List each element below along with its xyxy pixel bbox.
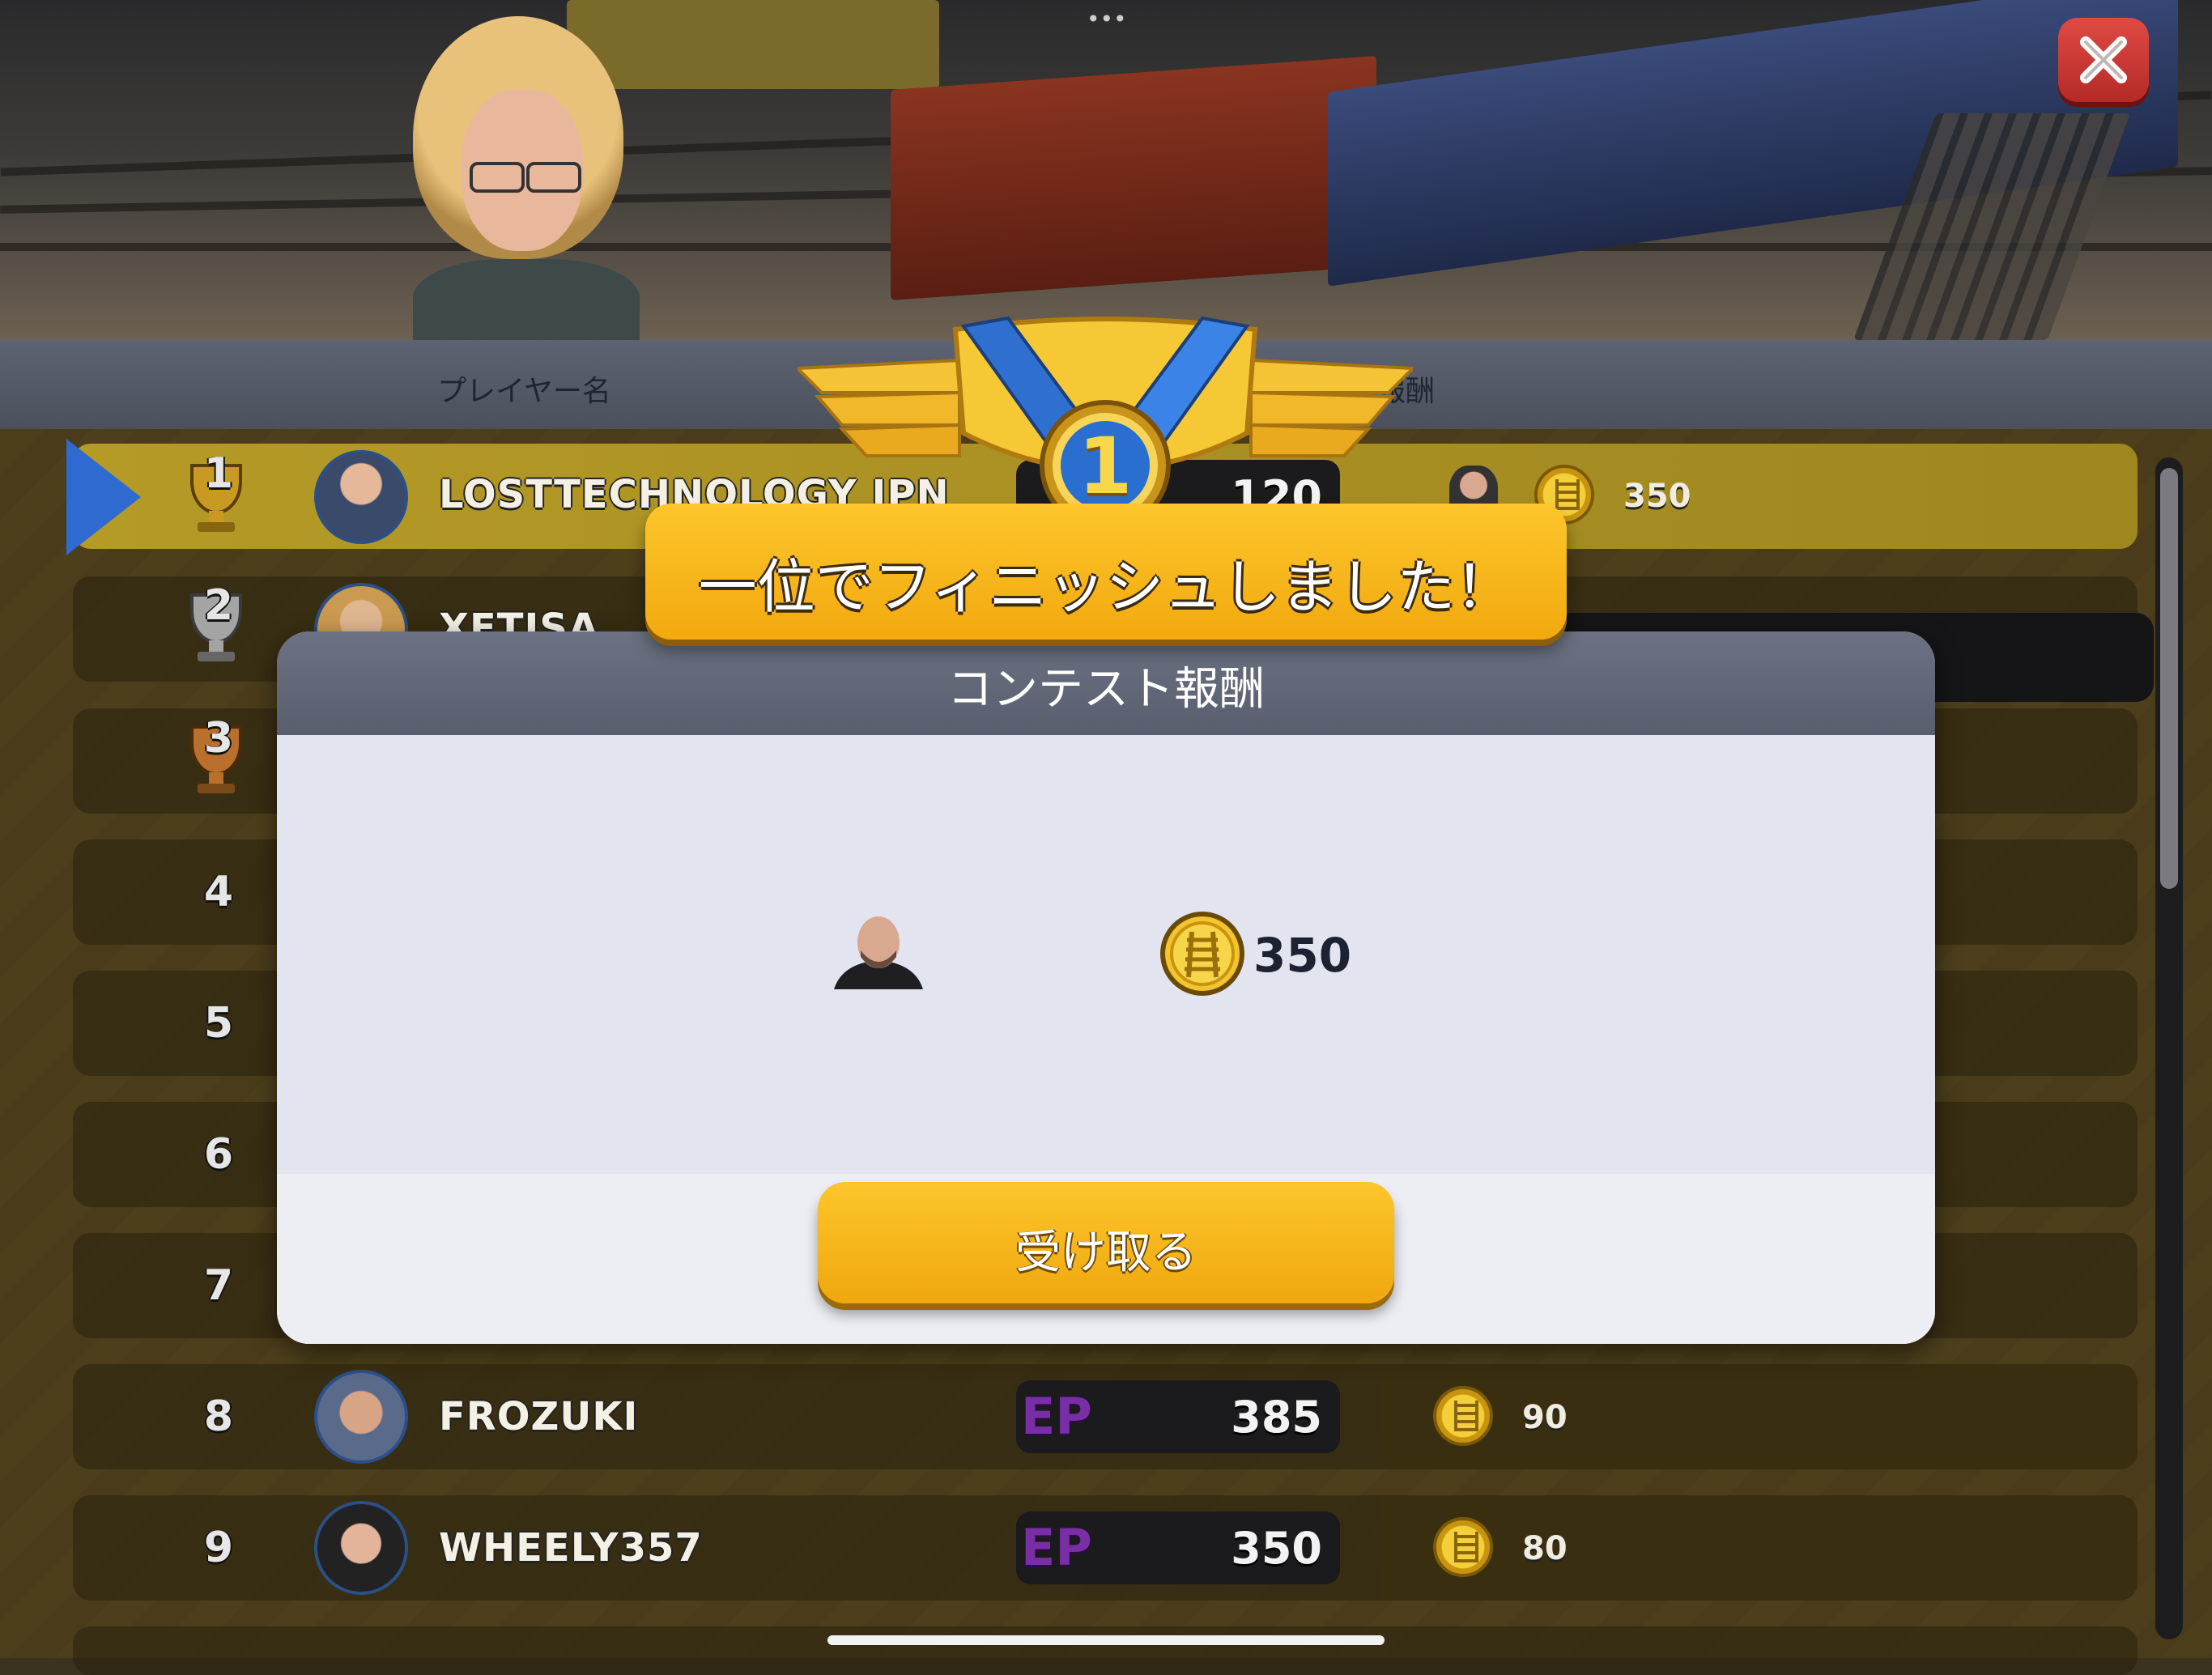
ep-score-box: EP 385	[1016, 1380, 1340, 1453]
reward-cell	[1380, 1495, 2138, 1601]
rank-number: 6	[203, 1130, 234, 1179]
rail-coin-icon	[1158, 909, 1247, 998]
reward-value: 350	[1623, 478, 1691, 515]
ep-label: EP	[1021, 1387, 1092, 1446]
rank-number: 1	[203, 449, 234, 498]
claim-button-label: 受け取る	[1015, 1226, 1197, 1279]
rank-number: 4	[203, 868, 234, 916]
avatar	[314, 1370, 408, 1464]
ep-score-box: EP 350	[1016, 1511, 1340, 1584]
rank-number: 5	[203, 999, 234, 1048]
train-yard-scene: •••	[0, 0, 2212, 340]
dialog-header: コンテスト報酬	[277, 631, 1935, 735]
reward-cell	[1380, 1364, 2138, 1469]
close-button[interactable]	[2058, 18, 2149, 102]
scrollbar-thumb[interactable]	[2160, 468, 2178, 889]
player-name: WHEELY357	[439, 1525, 703, 1571]
header-player-name: プレイヤー名	[437, 375, 611, 408]
rail-coin-icon	[1433, 1386, 1493, 1446]
ep-value: 385	[1231, 1392, 1322, 1443]
rank-number: 7	[203, 1261, 234, 1310]
more-options-indicator[interactable]: •••	[1087, 8, 1127, 31]
ep-label: EP	[1021, 1518, 1092, 1577]
home-indicator[interactable]	[827, 1635, 1385, 1645]
character-portrait	[381, 16, 656, 340]
rank-number: 8	[203, 1392, 234, 1441]
avatar	[314, 450, 408, 544]
avatar	[314, 1501, 408, 1595]
dialog-title: コンテスト報酬	[947, 663, 1265, 716]
player-name: FROZUKI	[439, 1394, 639, 1439]
rail-coin-icon	[1433, 1517, 1493, 1577]
reward-value: 80	[1522, 1530, 1568, 1567]
ep-value: 350	[1231, 1523, 1322, 1574]
medal-number: 1	[1078, 421, 1133, 512]
reward-amount: 350	[1253, 928, 1352, 983]
finish-banner: 一位でフィニッシュしました！	[645, 504, 1567, 640]
close-icon	[2080, 36, 2127, 83]
table-row[interactable]	[73, 1626, 2138, 1675]
rank-number: 9	[203, 1524, 234, 1572]
contest-reward-dialog: コンテスト報酬 350 受け取る	[277, 631, 1935, 1344]
reward-character-icon	[834, 915, 923, 989]
rank-number: 3	[203, 714, 234, 763]
finish-banner-text: 一位でフィニッシュしました！	[698, 553, 1514, 621]
current-player-marker	[66, 439, 141, 555]
rank-number: 2	[203, 581, 234, 630]
claim-button[interactable]: 受け取る	[818, 1182, 1394, 1303]
reward-value: 90	[1522, 1399, 1568, 1436]
